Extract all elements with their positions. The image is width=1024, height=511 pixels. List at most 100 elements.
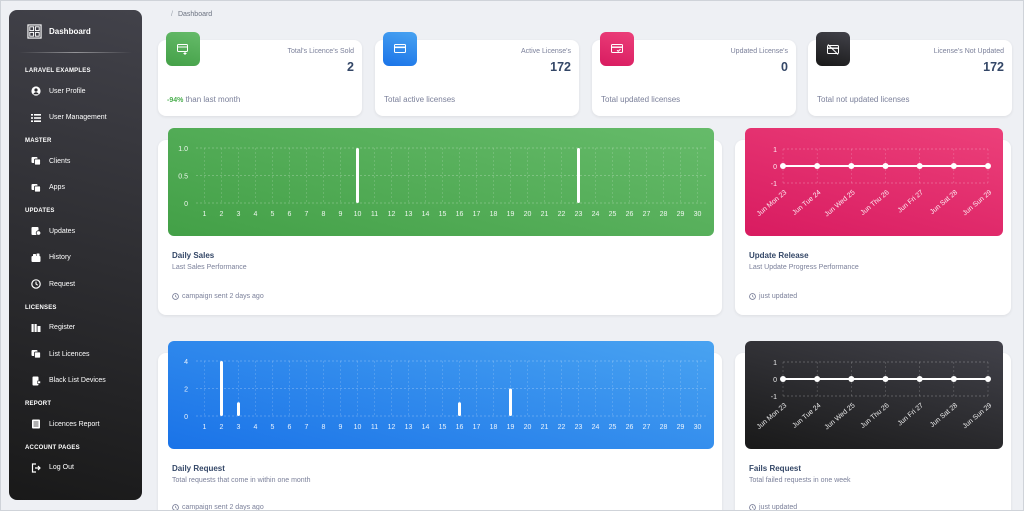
- y-tick-label: 4: [184, 359, 188, 366]
- x-tick-label: 3: [237, 211, 241, 218]
- stat-change: -94%: [167, 97, 184, 104]
- x-tick-label: 25: [609, 211, 617, 218]
- fails-request-subtitle: Total failed requests in one week: [749, 477, 851, 484]
- bar: [509, 388, 512, 416]
- section-updates: UPDATES: [25, 208, 55, 214]
- apps-icon: [30, 182, 41, 193]
- stat-footer: Total active licenses: [384, 95, 456, 104]
- update-release-chart-svg: -1 0 1 Jun Mon 23 Jun Tue 24 Jun Wed 25 Jun Th…: [756, 147, 994, 218]
- sidebar-item-log-out[interactable]: Log Out: [9, 455, 142, 482]
- stat-value: 172: [983, 60, 1004, 74]
- sidebar-item-label: Updates: [49, 227, 76, 235]
- sidebar-item-request[interactable]: Request: [9, 271, 142, 298]
- y-tick-label: 0: [184, 201, 188, 208]
- x-tick-label: 24: [592, 211, 600, 218]
- x-tick-label: 7: [305, 424, 309, 431]
- fails-request-footer: just updated: [749, 504, 797, 511]
- sidebar-item-label: User Management: [49, 114, 107, 122]
- x-tick-label: 14: [422, 424, 430, 431]
- clock-icon: [172, 293, 179, 300]
- section-account-pages: ACCOUNT PAGES: [25, 444, 80, 451]
- breadcrumb-current[interactable]: Dashboard: [178, 11, 212, 18]
- sidebar-item-licences-report[interactable]: Licences Report: [9, 411, 142, 438]
- updates-icon: [30, 226, 41, 237]
- x-tick-label: 17: [473, 211, 481, 218]
- update-release-subtitle: Last Update Progress Performance: [749, 264, 859, 271]
- x-tick-label: 30: [694, 424, 702, 431]
- x-tick-label: Jun Thu 26: [860, 189, 891, 217]
- sidebar-item-history[interactable]: History: [9, 245, 142, 272]
- license-add-icon: [166, 32, 200, 66]
- x-tick-label: 28: [660, 424, 668, 431]
- daily-request-chart-svg: 0241 2 3 4 5 6 7 8 9 10 11 12 13 14 15 16 17 18 19 20 21 22 23…: [184, 359, 706, 431]
- daily-request-chart: 0 2 4 1 2 3 4 5 6 7 8 9 10 11 12 13 14 15 16 17 18 19 20 21 22 23…: [168, 341, 714, 449]
- sidebar-item-black-list-devices[interactable]: Black List Devices: [9, 368, 142, 395]
- stat-card-licences-sold: Total's Licence's Sold 2 -94% than last …: [158, 32, 362, 116]
- sidebar-item-label: Clients: [49, 157, 71, 165]
- x-tick-label: 18: [490, 211, 498, 218]
- logout-icon: [30, 462, 41, 473]
- daily-request-subtitle: Total requests that come in within one m…: [172, 477, 311, 484]
- stat-footer-text: than last month: [183, 95, 241, 104]
- data-point: [985, 376, 991, 382]
- sidebar-item-label: Black List Devices: [49, 377, 106, 385]
- stat-card-not-updated-licenses: License's Not Updated 172 Total not upda…: [808, 32, 1012, 116]
- list-licences-icon: [30, 349, 41, 360]
- x-tick-label: 23: [575, 424, 583, 431]
- daily-request-footer-text: campaign sent 2 days ago: [182, 504, 264, 511]
- clock-icon: [172, 504, 179, 511]
- sidebar-item-user-management[interactable]: User Management: [9, 105, 142, 132]
- update-release-footer-text: just updated: [759, 293, 798, 300]
- list-icon: [30, 112, 41, 123]
- data-point: [848, 163, 855, 169]
- x-tick-label: 27: [643, 211, 651, 218]
- stat-footer: -94% than last month: [167, 95, 240, 104]
- section-master: MASTER: [25, 138, 52, 144]
- x-tick-label: 16: [456, 424, 464, 431]
- data-point: [814, 376, 821, 382]
- x-tick-label: 4: [254, 424, 258, 431]
- y-tick-label: 1: [773, 360, 777, 367]
- x-tick-label: 20: [524, 211, 532, 218]
- x-tick-label: 24: [592, 424, 600, 431]
- data-point: [882, 163, 889, 169]
- sidebar: Dashboard LARAVEL EXAMPLES User Profile …: [9, 10, 142, 500]
- section-report: REPORT: [25, 401, 52, 407]
- sidebar-item-apps[interactable]: Apps: [9, 175, 142, 202]
- x-tick-label: Jun Mon 23: [756, 402, 789, 431]
- data-point: [814, 163, 821, 169]
- sidebar-item-label: Register: [49, 324, 76, 332]
- brand-title: Dashboard: [49, 26, 91, 36]
- bar: [458, 402, 461, 416]
- x-tick-label: Jun Sun 29: [962, 402, 994, 430]
- sidebar-item-user-profile[interactable]: User Profile: [9, 78, 142, 105]
- brand[interactable]: Dashboard: [9, 10, 142, 52]
- x-tick-label: 12: [388, 424, 396, 431]
- section-licenses: LICENSES: [25, 304, 57, 311]
- x-tick-label: 9: [339, 424, 343, 431]
- y-tick-label: 0: [773, 377, 777, 384]
- sidebar-item-updates[interactable]: Updates: [9, 218, 142, 245]
- sidebar-item-clients[interactable]: Clients: [9, 148, 142, 175]
- x-tick-label: 2: [220, 424, 224, 431]
- stat-value: 2: [347, 60, 354, 74]
- x-tick-label: Jun Sun 29: [962, 189, 994, 217]
- x-tick-label: 2: [220, 211, 224, 218]
- breadcrumb-separator: /: [171, 11, 173, 18]
- x-tick-label: 16: [456, 211, 464, 218]
- sidebar-item-label: Licences Report: [49, 420, 100, 428]
- x-tick-label: 6: [288, 211, 292, 218]
- x-tick-label: 13: [405, 211, 413, 218]
- sidebar-item-register[interactable]: Register: [9, 315, 142, 342]
- x-tick-label: 11: [371, 211, 378, 218]
- x-tick-label: 15: [439, 211, 447, 218]
- stat-label: Total's Licence's Sold: [287, 48, 355, 55]
- dashboard-logo-icon: [27, 23, 42, 39]
- sidebar-item-list-licences[interactable]: List Licences: [9, 341, 142, 368]
- x-tick-label: 29: [677, 211, 685, 218]
- daily-sales-chart-svg: 00.51.01 2 3 4 5 6 7 8 9 10 11 12 13 14 15 16 17 18 19 20 21…: [178, 146, 706, 218]
- data-point: [780, 376, 786, 382]
- x-tick-label: 22: [558, 424, 566, 431]
- daily-request-footer: campaign sent 2 days ago: [172, 504, 264, 511]
- x-tick-label: 5: [271, 424, 275, 431]
